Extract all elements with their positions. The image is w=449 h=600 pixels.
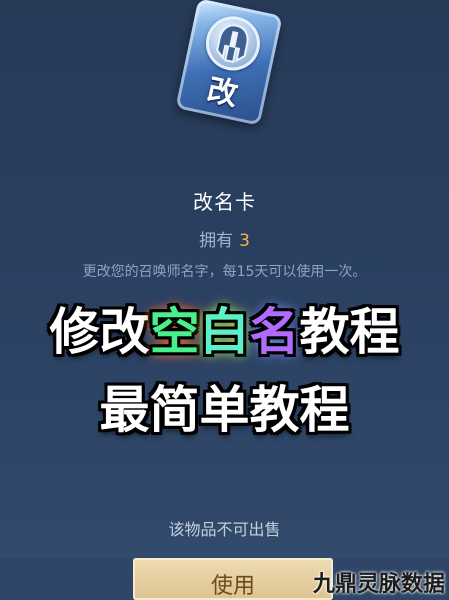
headline-1-char-bai: 白 [199, 303, 250, 361]
card-character: 改 [204, 72, 241, 114]
overlay-headline-1: 修改空白名教程 [0, 292, 449, 364]
use-button-label: 使用 [210, 574, 255, 599]
watermark: 九鼎灵脉数据 [312, 572, 445, 597]
rename-card-icon: 改 [175, 0, 283, 126]
owned-count: 3 [239, 231, 250, 251]
owned-count-line: 拥有 3 [0, 226, 449, 251]
not-for-sale-note: 该物品不可出售 [168, 520, 281, 539]
item-name: 改名卡 [193, 190, 256, 214]
headline-1-part-a: 修改 [49, 303, 150, 361]
use-button[interactable]: 使用 [133, 558, 333, 600]
item-description: 更改您的召唤师名字，每15天可以使用一次。 [82, 264, 367, 280]
headline-1-part-e: 教程 [299, 303, 400, 361]
owned-label: 拥有 [199, 231, 234, 251]
headline-1-char-kong: 空 [149, 303, 200, 361]
overlay-headline-2: 最简单教程 [99, 381, 350, 439]
headline-1-char-ming: 名 [249, 303, 300, 361]
